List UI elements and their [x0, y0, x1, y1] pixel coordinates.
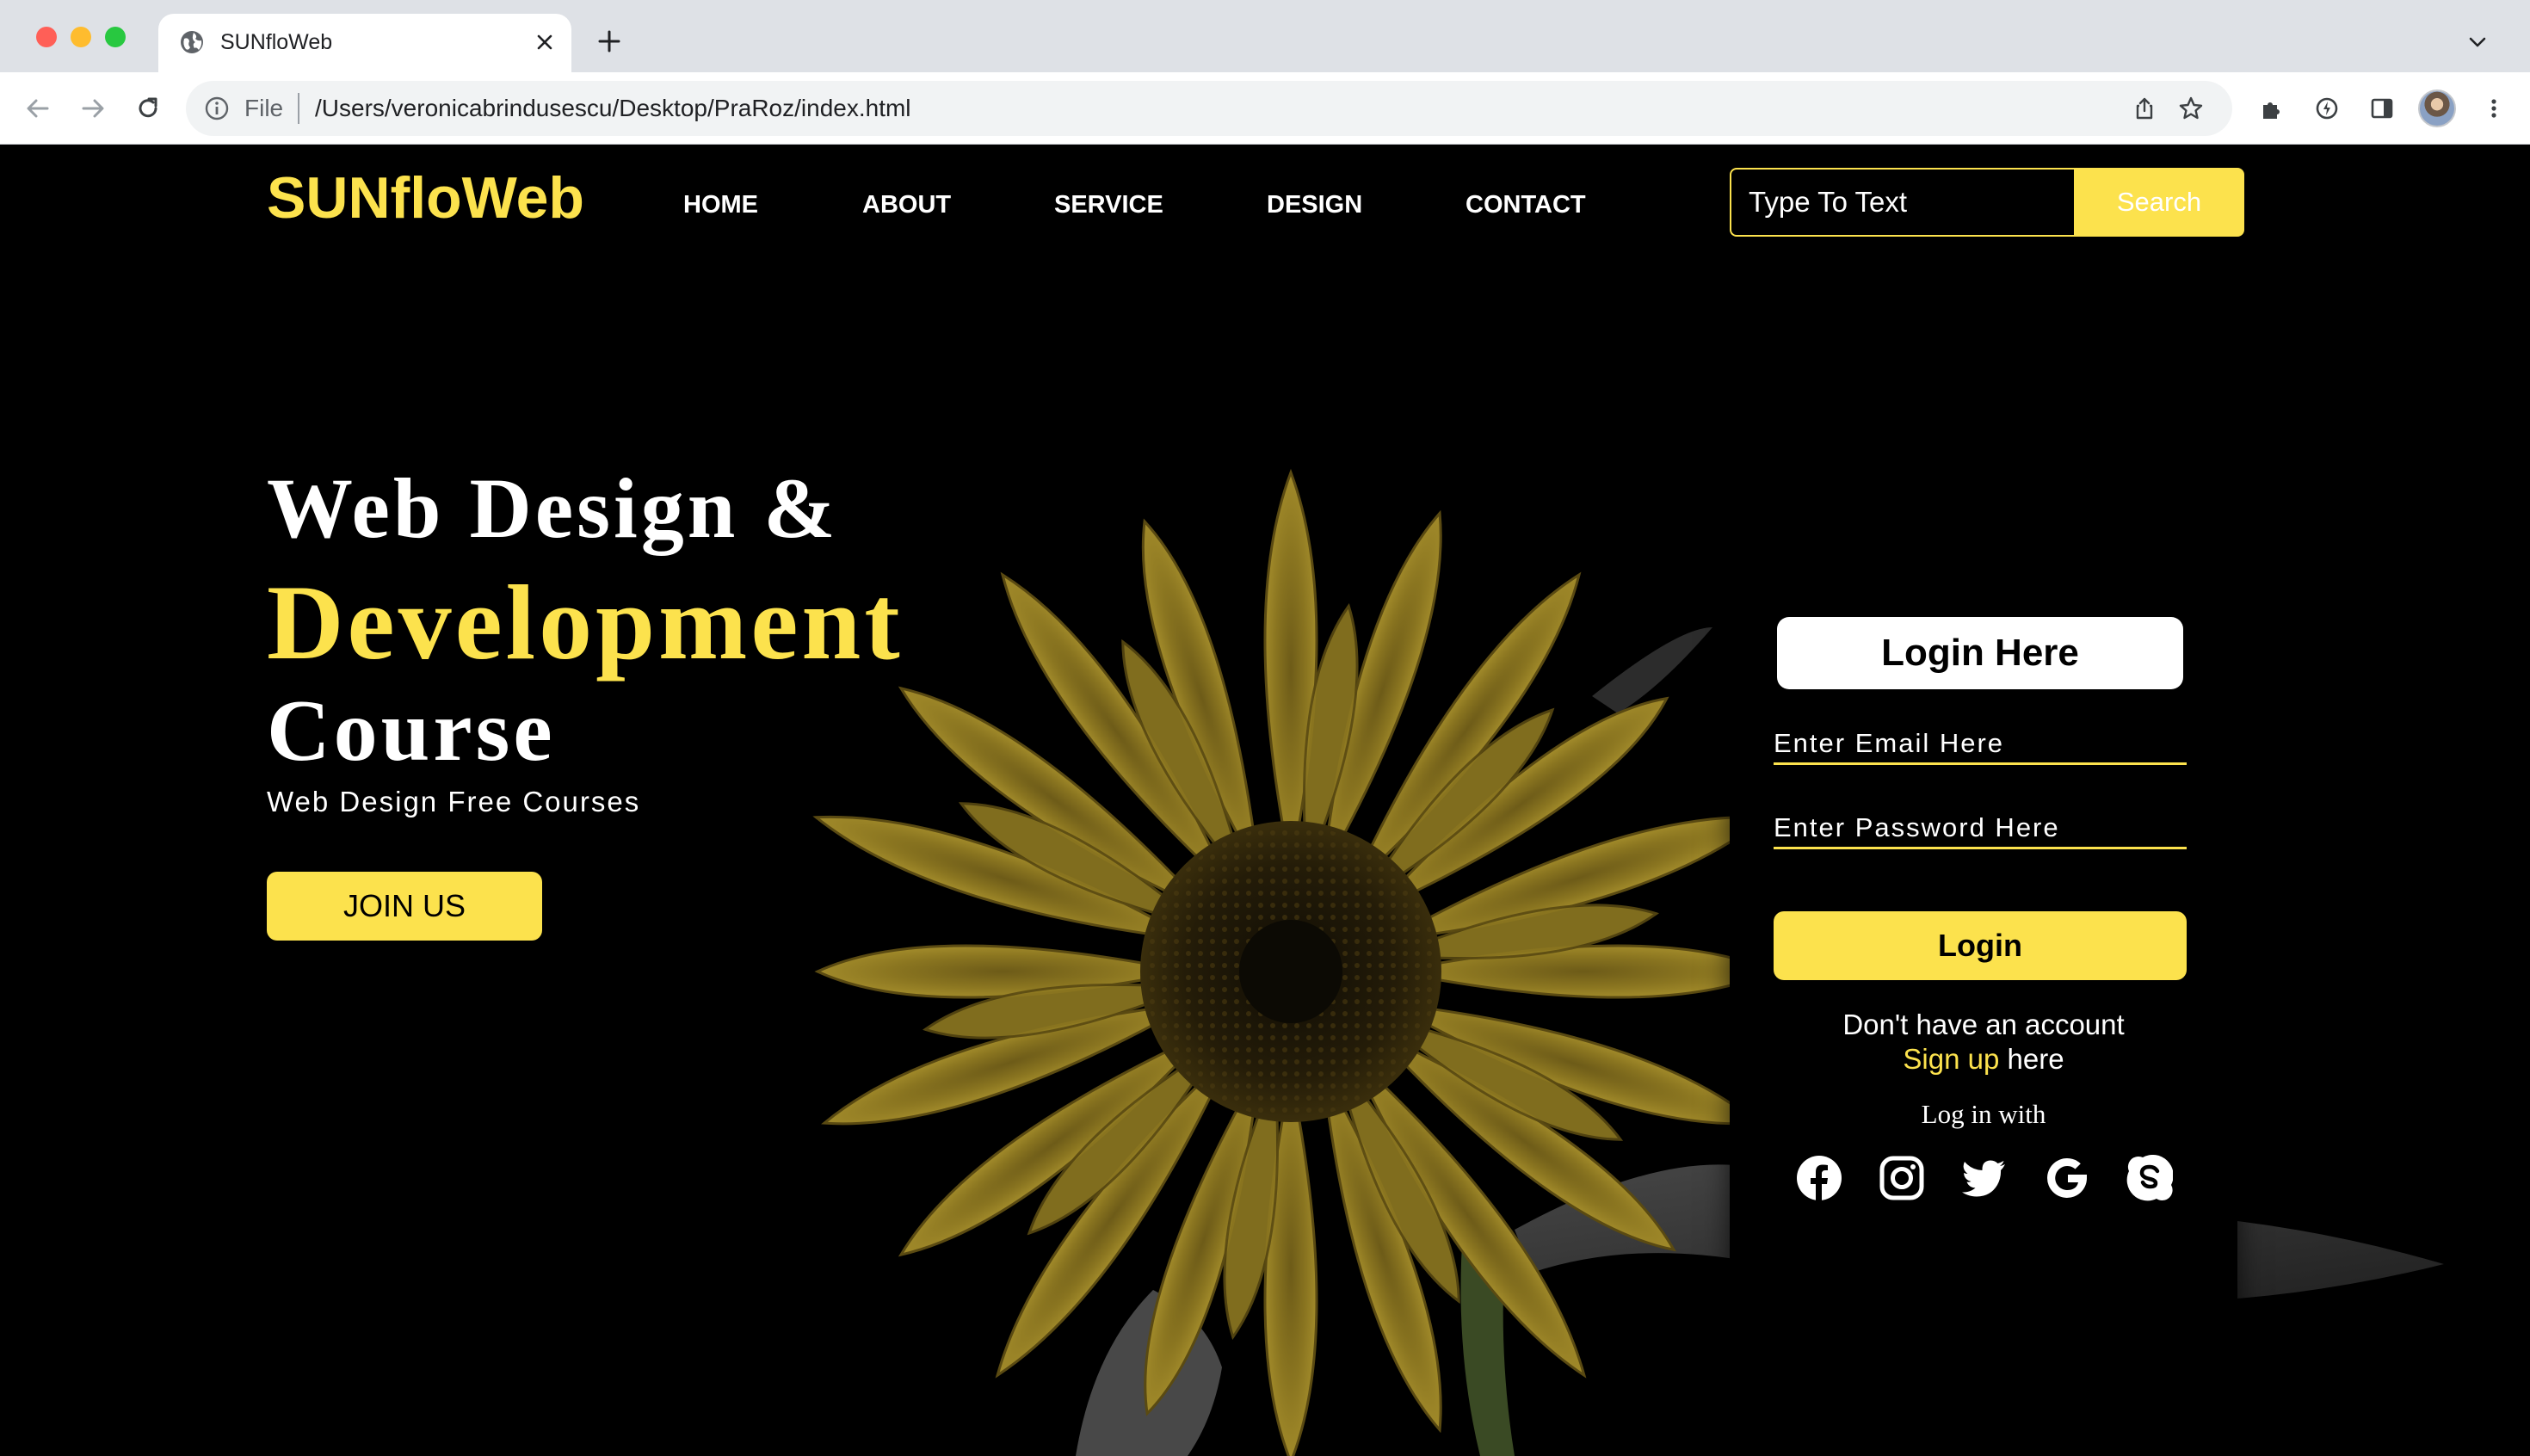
nav-home[interactable]: HOME	[683, 191, 758, 219]
forward-arrow-icon[interactable]	[74, 89, 112, 127]
twitter-icon[interactable]	[1960, 1154, 2009, 1202]
extensions-puzzle-icon[interactable]	[2256, 93, 2287, 124]
login-button[interactable]: Login	[1774, 911, 2187, 980]
chevron-down-icon[interactable]	[2463, 28, 2492, 57]
url-divider	[298, 93, 299, 124]
nav-design[interactable]: DESIGN	[1267, 191, 1362, 219]
no-account-text: Don't have an account	[1842, 1009, 2125, 1040]
hero-title-line2: Development	[267, 564, 904, 682]
browser-tab[interactable]: SUNfloWeb	[158, 14, 571, 72]
nav-about[interactable]: ABOUT	[862, 191, 951, 219]
join-us-button[interactable]: JOIN US	[267, 872, 542, 941]
hero-title-line3: Course	[267, 682, 556, 780]
nav-service[interactable]: SERVICE	[1054, 191, 1163, 219]
signup-suffix: here	[1999, 1043, 2064, 1075]
instagram-icon[interactable]	[1878, 1154, 1926, 1202]
login-title: Login Here	[1777, 617, 2183, 689]
web-page: SUNfloWeb HOME ABOUT SERVICE DESIGN CONT…	[0, 145, 2530, 1456]
new-tab-icon[interactable]	[594, 26, 625, 57]
performance-icon[interactable]	[2311, 93, 2342, 124]
brand-logo[interactable]: SUNfloWeb	[267, 164, 584, 231]
minimize-window-button[interactable]	[71, 27, 91, 47]
close-window-button[interactable]	[36, 27, 57, 47]
back-arrow-icon[interactable]	[19, 89, 57, 127]
social-login-row	[1795, 1154, 2191, 1206]
search-input[interactable]	[1730, 168, 2076, 237]
info-icon[interactable]	[203, 95, 231, 122]
maximize-window-button[interactable]	[105, 27, 126, 47]
address-bar[interactable]: File /Users/veronicabrindusescu/Desktop/…	[186, 81, 2232, 136]
bookmark-star-icon[interactable]	[2175, 93, 2206, 124]
login-panel: Login Here Login Don't have an account S…	[1730, 457, 2237, 1311]
reload-icon[interactable]	[129, 89, 167, 127]
browser-tab-bar: SUNfloWeb	[0, 0, 2530, 72]
hero-subtitle: Web Design Free Courses	[267, 786, 641, 817]
signup-prompt: Don't have an account Sign up here	[1730, 1008, 2237, 1077]
login-with-label: Log in with	[1921, 1099, 2046, 1129]
url-text[interactable]: /Users/veronicabrindusescu/Desktop/PraRo…	[315, 95, 911, 122]
share-icon[interactable]	[2129, 93, 2160, 124]
facebook-icon[interactable]	[1795, 1154, 1843, 1202]
password-field[interactable]	[1774, 810, 2187, 849]
skype-icon[interactable]	[2126, 1154, 2174, 1202]
profile-avatar[interactable]	[2418, 89, 2456, 127]
email-field[interactable]	[1774, 725, 2187, 765]
tab-title: SUNfloWeb	[220, 30, 333, 54]
more-vertical-icon[interactable]	[2478, 93, 2509, 124]
side-panel-icon[interactable]	[2366, 93, 2397, 124]
signup-link[interactable]: Sign up	[1903, 1043, 1999, 1075]
url-scheme-label: File	[244, 95, 284, 121]
signup-line: Sign up here	[1730, 1042, 2237, 1077]
nav-contact[interactable]: CONTACT	[1466, 191, 1586, 219]
browser-toolbar: File /Users/veronicabrindusescu/Desktop/…	[0, 72, 2530, 145]
close-tab-icon[interactable]	[530, 28, 559, 57]
search-button[interactable]: Search	[2074, 168, 2244, 237]
google-icon[interactable]	[2043, 1154, 2091, 1202]
hero-title-line1: Web Design &	[267, 460, 839, 556]
globe-icon	[179, 29, 205, 55]
